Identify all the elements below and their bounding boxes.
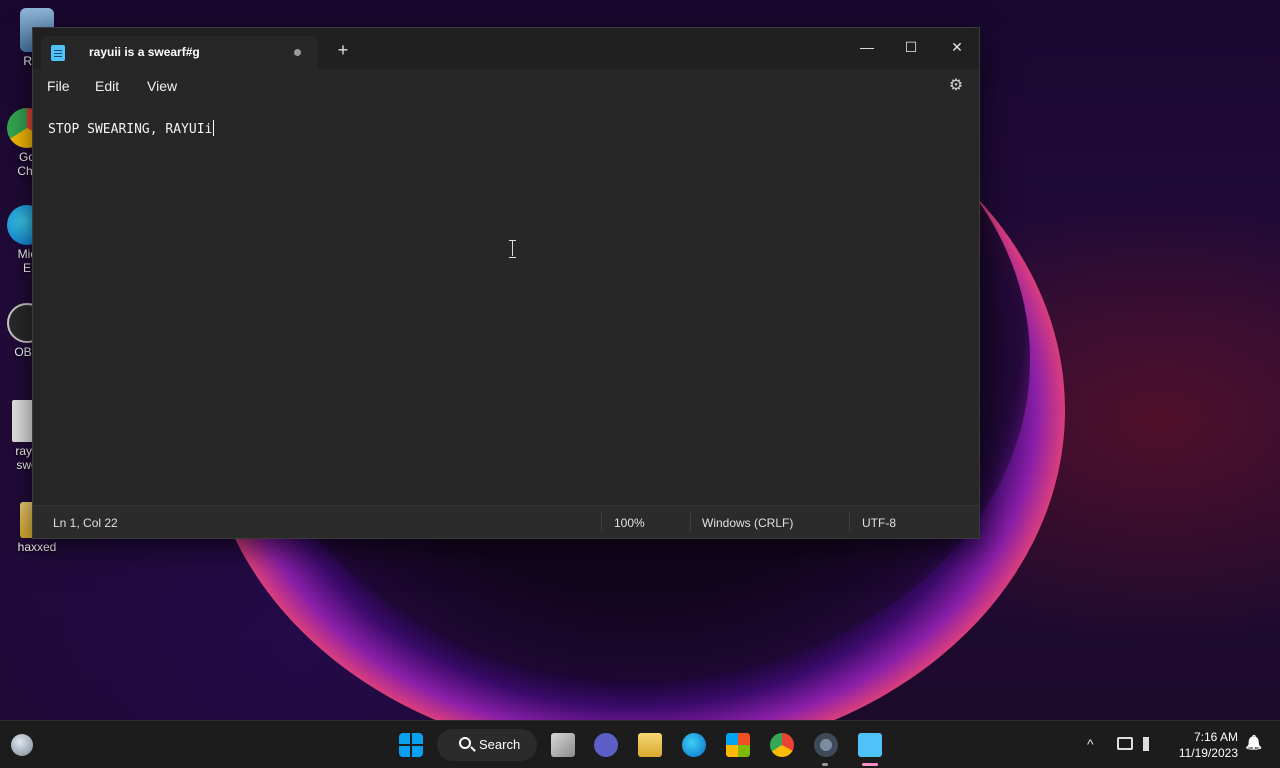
editor-text-line: STOP SWEARING, RAYUIi — [48, 122, 213, 137]
start-button-icon[interactable] — [399, 733, 423, 757]
minimize-button[interactable]: — — [845, 32, 889, 62]
notification-bell-icon[interactable]: 🔔 — [1245, 734, 1262, 751]
close-button[interactable]: ✕ — [935, 32, 979, 62]
text-caret — [213, 120, 215, 136]
notepad-icon — [51, 45, 65, 61]
title-bar[interactable]: rayuii is a swearf#g + — ☐ ✕ — [33, 28, 979, 69]
new-tab-button[interactable]: + — [333, 40, 353, 60]
taskbar: Search ^ 7:16 AM 11/19/2023 🔔 — [0, 720, 1280, 768]
microsoft-store-icon[interactable] — [726, 733, 750, 757]
unsaved-indicator-icon[interactable] — [294, 49, 301, 56]
ibeam-cursor-icon — [509, 240, 517, 258]
status-divider — [601, 513, 602, 531]
status-divider — [849, 513, 850, 531]
encoding[interactable]: UTF-8 — [862, 516, 896, 530]
taskbar-clock[interactable]: 7:16 AM 11/19/2023 — [1172, 729, 1238, 761]
status-divider — [690, 513, 691, 531]
text-editor[interactable]: STOP SWEARING, RAYUIi — [33, 102, 979, 507]
cursor-position: Ln 1, Col 22 — [53, 516, 118, 530]
show-hidden-icons-chevron-icon[interactable]: ^ — [1087, 736, 1094, 752]
clock-date: 11/19/2023 — [1178, 746, 1238, 760]
taskbar-search-button[interactable]: Search — [437, 729, 537, 761]
chrome-browser-icon[interactable] — [770, 733, 794, 757]
edge-browser-icon[interactable] — [682, 733, 706, 757]
teams-chat-icon[interactable] — [594, 733, 618, 757]
active-app-indicator — [862, 763, 878, 766]
tab-title: rayuii is a swearf#g — [89, 45, 200, 59]
settings-gear-icon[interactable]: ⚙ — [947, 77, 965, 95]
task-view-icon[interactable] — [551, 733, 575, 757]
notepad-window: rayuii is a swearf#g + — ☐ ✕ File Edit V… — [32, 27, 980, 539]
network-icon[interactable] — [1117, 737, 1133, 750]
notepad-app-icon[interactable] — [858, 733, 882, 757]
status-bar: Ln 1, Col 22 100% Windows (CRLF) UTF-8 — [33, 505, 979, 538]
menu-view[interactable]: View — [147, 78, 177, 94]
weather-widget-icon[interactable] — [11, 734, 33, 756]
search-label: Search — [479, 737, 521, 752]
document-tab[interactable]: rayuii is a swearf#g — [41, 36, 318, 69]
running-indicator — [822, 763, 828, 766]
volume-muted-icon[interactable] — [1143, 737, 1159, 751]
menu-bar: File Edit View ⚙ — [33, 69, 979, 102]
editor-content[interactable]: STOP SWEARING, RAYUIi — [48, 120, 215, 137]
file-explorer-icon[interactable] — [638, 733, 662, 757]
desktop-icon-label: haxxed — [17, 540, 57, 554]
search-icon — [459, 737, 471, 749]
settings-app-icon[interactable] — [814, 733, 838, 757]
zoom-level[interactable]: 100% — [614, 516, 645, 530]
menu-file[interactable]: File — [47, 78, 70, 94]
line-ending[interactable]: Windows (CRLF) — [702, 516, 793, 530]
maximize-button[interactable]: ☐ — [889, 32, 933, 62]
clock-time: 7:16 AM — [1193, 730, 1238, 744]
menu-edit[interactable]: Edit — [95, 78, 119, 94]
